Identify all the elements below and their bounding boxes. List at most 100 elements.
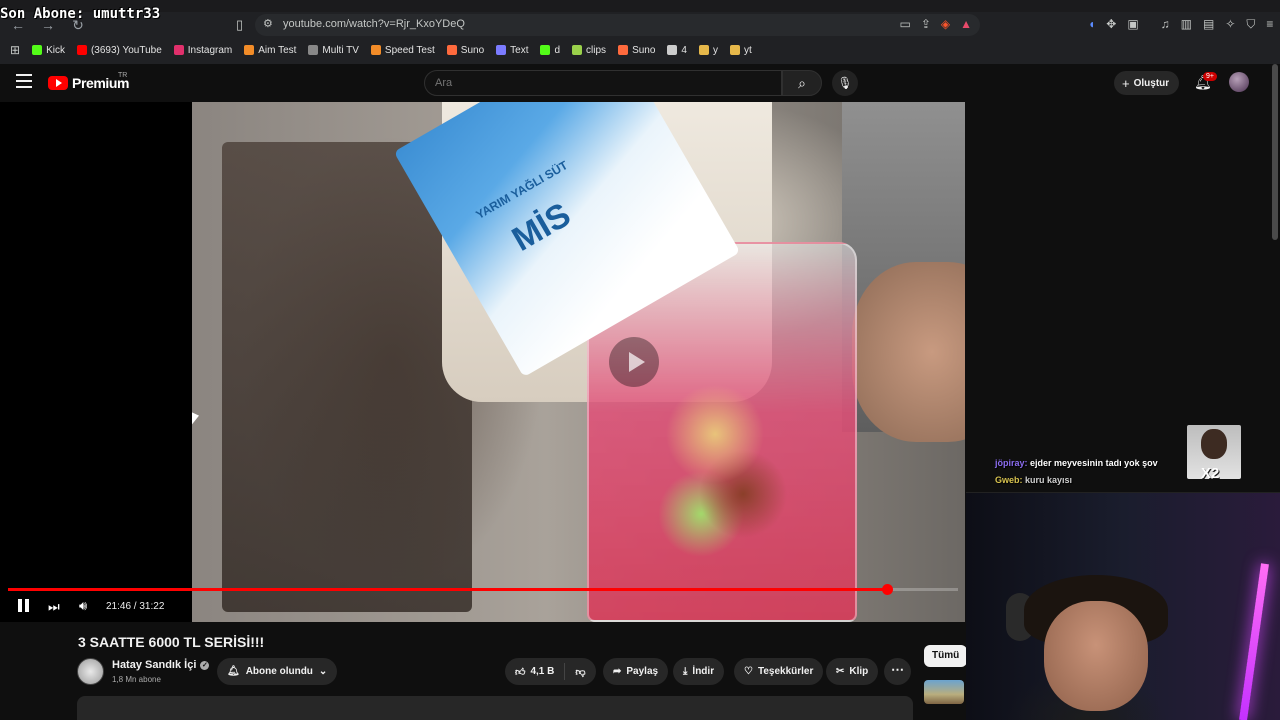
filter-chip-all[interactable]: Tümü [924, 645, 968, 667]
bell-icon: 🔔︎ [227, 666, 240, 677]
notification-badge: 9+ [1203, 72, 1217, 81]
thanks-label: Teşekkürler [757, 666, 814, 677]
more-actions-icon[interactable]: ⋯ [884, 658, 911, 685]
chat-text: ejder meyvesinin tadı yok şov [1030, 458, 1158, 468]
play-overlay-icon[interactable] [609, 337, 659, 387]
page-scrollbar-thumb[interactable] [1272, 64, 1278, 240]
bookmark-item[interactable]: clips [572, 45, 606, 56]
guide-menu-icon[interactable] [16, 74, 32, 88]
chat-text: kuru kayısı [1025, 475, 1073, 485]
subscribed-button[interactable]: 🔔︎ Abone olundu ⌄ [217, 658, 338, 685]
bookmark-item[interactable]: yt [729, 45, 752, 56]
chat-username: jöpiray: [995, 458, 1028, 468]
search-icon: ⌕ [798, 75, 806, 91]
apps-grid-icon[interactable]: ⊞ [10, 43, 20, 57]
bookmark-page-icon[interactable]: ▯ [236, 17, 248, 33]
bookmark-favicon-icon [76, 45, 87, 55]
clip-button[interactable]: ✂ Klip [826, 658, 879, 685]
progress-bar[interactable] [8, 584, 958, 595]
music-icon[interactable]: ♫ [1161, 17, 1170, 32]
bookmark-item[interactable]: Suno [618, 45, 655, 56]
region-code: TR [118, 72, 128, 79]
video-frame[interactable]: YARIM YAĞLI SÜT MİS [192, 102, 965, 622]
dislike-button[interactable]: 👎︎ [565, 666, 595, 678]
search-button[interactable]: ⌕ [782, 70, 822, 96]
cast-icon[interactable]: ▭ [899, 17, 910, 31]
screenshot-icon[interactable]: ▣ [1127, 17, 1138, 32]
brave-rewards-icon[interactable]: ▲ [960, 17, 972, 31]
bookmark-label: Multi TV [322, 44, 359, 56]
streamer-face [1044, 601, 1148, 711]
bookmark-item[interactable]: Speed Test [370, 44, 435, 56]
wallet-icon[interactable]: ▤ [1203, 17, 1214, 32]
last-subscriber-overlay: Son Abone: umuttr33 [0, 6, 161, 22]
bookmark-favicon-icon [308, 45, 319, 55]
bookmark-favicon-icon [446, 45, 457, 55]
volume-icon[interactable]: 🔊︎ [79, 598, 87, 614]
extension-icon[interactable]: ◖ [1088, 17, 1095, 32]
vpn-icon[interactable]: ⛉ [1246, 17, 1255, 32]
search-input[interactable] [435, 77, 765, 89]
recommended-video-thumbnail[interactable] [924, 680, 964, 704]
scrubber-handle[interactable] [881, 584, 893, 595]
download-button[interactable]: ⤓ İndir [673, 658, 725, 685]
account-avatar[interactable] [1229, 72, 1249, 92]
channel-avatar[interactable] [77, 658, 104, 685]
url-text[interactable]: youtube.com/watch?v=Rjr_KxoYDeQ [283, 18, 465, 30]
bookmark-item[interactable]: d [540, 45, 560, 56]
share-icon[interactable]: ⇪ [921, 17, 931, 31]
bookmark-label: Text [510, 44, 529, 56]
share-button[interactable]: ➦ Paylaş [603, 658, 669, 685]
bookmark-favicon-icon [572, 45, 583, 55]
subscriber-count: 1,8 Mn abone [112, 675, 161, 684]
bookmark-favicon-icon [667, 45, 678, 55]
pause-icon [18, 599, 22, 612]
streamer-webcam [966, 492, 1280, 720]
bookmark-favicon-icon [729, 45, 740, 55]
bookmark-item[interactable]: 4 [667, 45, 687, 56]
video-fruit-mix [659, 374, 799, 574]
bookmark-favicon-icon [32, 45, 43, 55]
site-info-icon[interactable]: ⚙ [263, 17, 273, 30]
create-button[interactable]: + Oluştur [1114, 71, 1180, 95]
chat-username: Gweb: [995, 475, 1023, 485]
puzzle-icon[interactable]: ✥ [1106, 17, 1116, 32]
like-button[interactable]: 👍︎ 4,1 B [505, 663, 566, 680]
video-hand [852, 262, 965, 442]
bookmark-label: y [712, 44, 718, 56]
bookmark-item[interactable]: Instagram [173, 44, 233, 56]
youtube-play-logo-icon [48, 76, 68, 90]
voice-search-button[interactable]: 🎙︎ [832, 70, 858, 96]
bookmark-item[interactable]: (3693) YouTube [76, 45, 162, 56]
video-title: 3 SAATTE 6000 TL SERİSİ!!! [78, 634, 265, 650]
thumbs-up-icon: 👍︎ [515, 666, 526, 678]
bookmark-item[interactable]: Suno [446, 45, 484, 56]
next-video-icon[interactable]: ⏭︎ [48, 599, 60, 615]
thanks-button[interactable]: ♡ Teşekkürler [734, 658, 824, 685]
pause-button[interactable] [18, 599, 30, 612]
description-box[interactable] [77, 696, 913, 720]
brave-shield-icon[interactable]: ◈ [941, 17, 950, 31]
search-box[interactable] [424, 70, 782, 96]
screen: ← → ↻ ▯ ⚙ youtube.com/watch?v=Rjr_KxoYDe… [0, 0, 1280, 720]
time-display: 21:46 / 31:22 [106, 601, 165, 612]
bookmark-label: Speed Test [384, 44, 435, 56]
download-icon: ⤓ [683, 666, 688, 677]
ai-icon[interactable]: ✧ [1225, 17, 1235, 32]
bookmark-label: Instagram [187, 44, 233, 56]
microphone-icon: 🎙︎ [837, 76, 853, 90]
bookmark-label: Aim Test [258, 44, 297, 56]
bookmark-item[interactable]: y [698, 44, 718, 56]
menu-icon[interactable]: ≡ [1266, 17, 1273, 32]
bookmark-label: d [554, 44, 561, 56]
sidebar-icon[interactable]: ▥ [1181, 17, 1192, 32]
address-bar[interactable]: ⚙ youtube.com/watch?v=Rjr_KxoYDeQ ▭ ⇪ ◈ … [255, 14, 980, 36]
bookmark-item[interactable]: Multi TV [308, 45, 359, 56]
channel-name[interactable]: Hatay Sandık İçi [112, 659, 196, 671]
bookmark-item[interactable]: Kick [32, 45, 65, 56]
youtube-logo[interactable]: Premium [48, 75, 130, 91]
video-player[interactable]: YARIM YAĞLI SÜT MİS ⏭︎ 🔊︎ 21:46 / 31:22 [0, 102, 965, 622]
bookmark-item[interactable]: Aim Test [244, 45, 296, 56]
bookmark-item[interactable]: Text [496, 45, 528, 56]
channel-name-link[interactable]: Hatay Sandık İçi ✓ [112, 659, 210, 671]
